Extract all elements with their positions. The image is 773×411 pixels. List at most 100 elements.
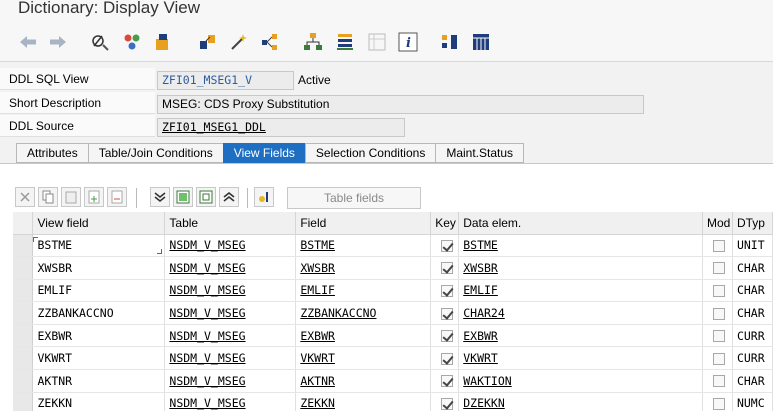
table-contents-icon[interactable]: [471, 32, 491, 52]
mod-checkbox[interactable]: [713, 284, 726, 297]
table-row[interactable]: XWSBR NSDM_V_MSEG XWSBR XWSBR CHAR: [13, 256, 773, 280]
cut-icon[interactable]: [15, 187, 35, 207]
mod-cell[interactable]: [702, 369, 733, 393]
delete-row-icon[interactable]: [107, 187, 127, 207]
data-element-cell[interactable]: EXBWR: [458, 324, 703, 348]
search-help-icon[interactable]: [254, 187, 274, 207]
field-cell[interactable]: ZEKKN: [295, 392, 432, 411]
key-cell[interactable]: [430, 234, 460, 258]
tab-table-join-conditions[interactable]: Table/Join Conditions: [87, 143, 224, 163]
column-header-view-field[interactable]: View field: [32, 212, 166, 235]
expand-down-icon[interactable]: [150, 187, 170, 207]
mod-cell[interactable]: [702, 234, 733, 258]
key-checkbox[interactable]: [440, 284, 453, 297]
mod-checkbox[interactable]: [713, 397, 726, 410]
key-checkbox[interactable]: [440, 397, 453, 410]
row-selector[interactable]: [13, 234, 34, 258]
key-checkbox[interactable]: [440, 262, 453, 275]
table-cell[interactable]: NSDM_V_MSEG: [164, 346, 297, 371]
activate-icon[interactable]: [153, 32, 173, 52]
mod-checkbox[interactable]: [713, 352, 726, 365]
mod-cell[interactable]: [702, 256, 733, 280]
forward-icon[interactable]: [48, 32, 68, 52]
column-header-data-element[interactable]: Data elem.: [458, 212, 703, 235]
mod-checkbox[interactable]: [713, 307, 726, 320]
key-checkbox[interactable]: [440, 375, 453, 388]
info-icon[interactable]: i: [398, 32, 418, 52]
hierarchy-icon[interactable]: [303, 32, 323, 52]
mod-cell[interactable]: [702, 279, 733, 303]
view-field-cell[interactable]: BSTME: [32, 234, 166, 258]
key-checkbox[interactable]: [440, 352, 453, 365]
key-checkbox[interactable]: [440, 307, 453, 320]
field-cell[interactable]: ZZBANKACCNO: [295, 301, 432, 325]
mod-cell[interactable]: [702, 324, 733, 348]
field-cell[interactable]: EMLIF: [295, 279, 432, 303]
table-cell[interactable]: NSDM_V_MSEG: [164, 369, 297, 393]
row-selector[interactable]: [13, 256, 34, 280]
data-element-cell[interactable]: VKWRT: [458, 346, 703, 371]
table-fields-button[interactable]: Table fields: [287, 187, 421, 209]
where-used-icon[interactable]: [229, 32, 249, 52]
insert-row-icon[interactable]: [84, 187, 104, 207]
table-cell[interactable]: NSDM_V_MSEG: [164, 279, 297, 303]
column-header-key[interactable]: Key: [430, 212, 460, 235]
tab-maint-status[interactable]: Maint.Status: [435, 143, 525, 163]
mod-checkbox[interactable]: [713, 375, 726, 388]
field-cell[interactable]: XWSBR: [295, 256, 432, 280]
mod-cell[interactable]: [702, 392, 733, 411]
key-cell[interactable]: [430, 256, 460, 280]
table-row[interactable]: BSTME NSDM_V_MSEG BSTME BSTME UNIT: [13, 234, 773, 258]
technical-settings-icon[interactable]: [440, 32, 460, 52]
view-field-cell[interactable]: AKTNR: [32, 369, 166, 393]
key-cell[interactable]: [430, 369, 460, 393]
row-selector[interactable]: [13, 279, 34, 303]
ddl-sql-view-field[interactable]: ZFI01_MSEG1_V: [157, 71, 294, 90]
row-selector[interactable]: [13, 301, 34, 325]
data-element-cell[interactable]: EMLIF: [458, 279, 703, 303]
view-field-cell[interactable]: EXBWR: [32, 324, 166, 348]
toggle-display-change-icon[interactable]: [90, 32, 110, 52]
display-object-list-icon[interactable]: [367, 32, 387, 52]
field-cell[interactable]: VKWRT: [295, 346, 432, 371]
back-icon[interactable]: [18, 32, 38, 52]
row-selector[interactable]: [13, 324, 34, 348]
copy-icon[interactable]: [38, 187, 58, 207]
key-cell[interactable]: [430, 392, 460, 411]
row-selector[interactable]: [13, 392, 34, 411]
table-row[interactable]: AKTNR NSDM_V_MSEG AKTNR WAKTION CHAR: [13, 369, 773, 393]
column-header-field[interactable]: Field: [295, 212, 432, 235]
ddl-source-field[interactable]: ZFI01_MSEG1_DDL: [157, 118, 405, 137]
tab-selection-conditions[interactable]: Selection Conditions: [304, 143, 437, 163]
key-cell[interactable]: [430, 324, 460, 348]
mod-checkbox[interactable]: [713, 330, 726, 343]
field-cell[interactable]: BSTME: [295, 234, 432, 258]
row-selector[interactable]: [13, 346, 34, 371]
mod-cell[interactable]: [702, 301, 733, 325]
paste-icon[interactable]: [61, 187, 81, 207]
data-element-cell[interactable]: DZEKKN: [458, 392, 703, 411]
table-cell[interactable]: NSDM_V_MSEG: [164, 234, 297, 258]
data-element-cell[interactable]: CHAR24: [458, 301, 703, 325]
short-description-field[interactable]: MSEG: CDS Proxy Substitution: [157, 95, 644, 114]
select-block-icon[interactable]: [173, 187, 193, 207]
table-row[interactable]: ZEKKN NSDM_V_MSEG ZEKKN DZEKKN NUMC: [13, 392, 773, 411]
column-header-table[interactable]: Table: [164, 212, 297, 235]
data-element-cell[interactable]: XWSBR: [458, 256, 703, 280]
field-cell[interactable]: EXBWR: [295, 324, 432, 348]
view-field-cell[interactable]: XWSBR: [32, 256, 166, 280]
key-checkbox[interactable]: [440, 330, 453, 343]
tab-attributes[interactable]: Attributes: [16, 143, 89, 163]
row-selector[interactable]: [13, 369, 34, 393]
navigation-icon[interactable]: [260, 32, 280, 52]
table-row[interactable]: ZZBANKACCNO NSDM_V_MSEG ZZBANKACCNO CHAR24 C…: [13, 301, 773, 325]
table-cell[interactable]: NSDM_V_MSEG: [164, 301, 297, 325]
column-header-mod[interactable]: Mod: [702, 212, 733, 235]
data-element-cell[interactable]: BSTME: [458, 234, 703, 258]
table-row[interactable]: EMLIF NSDM_V_MSEG EMLIF EMLIF CHAR: [13, 279, 773, 303]
key-cell[interactable]: [430, 279, 460, 303]
check-icon[interactable]: [198, 32, 218, 52]
view-field-cell[interactable]: VKWRT: [32, 346, 166, 371]
other-object-icon[interactable]: [122, 32, 142, 52]
select-all-cell[interactable]: [13, 212, 34, 235]
